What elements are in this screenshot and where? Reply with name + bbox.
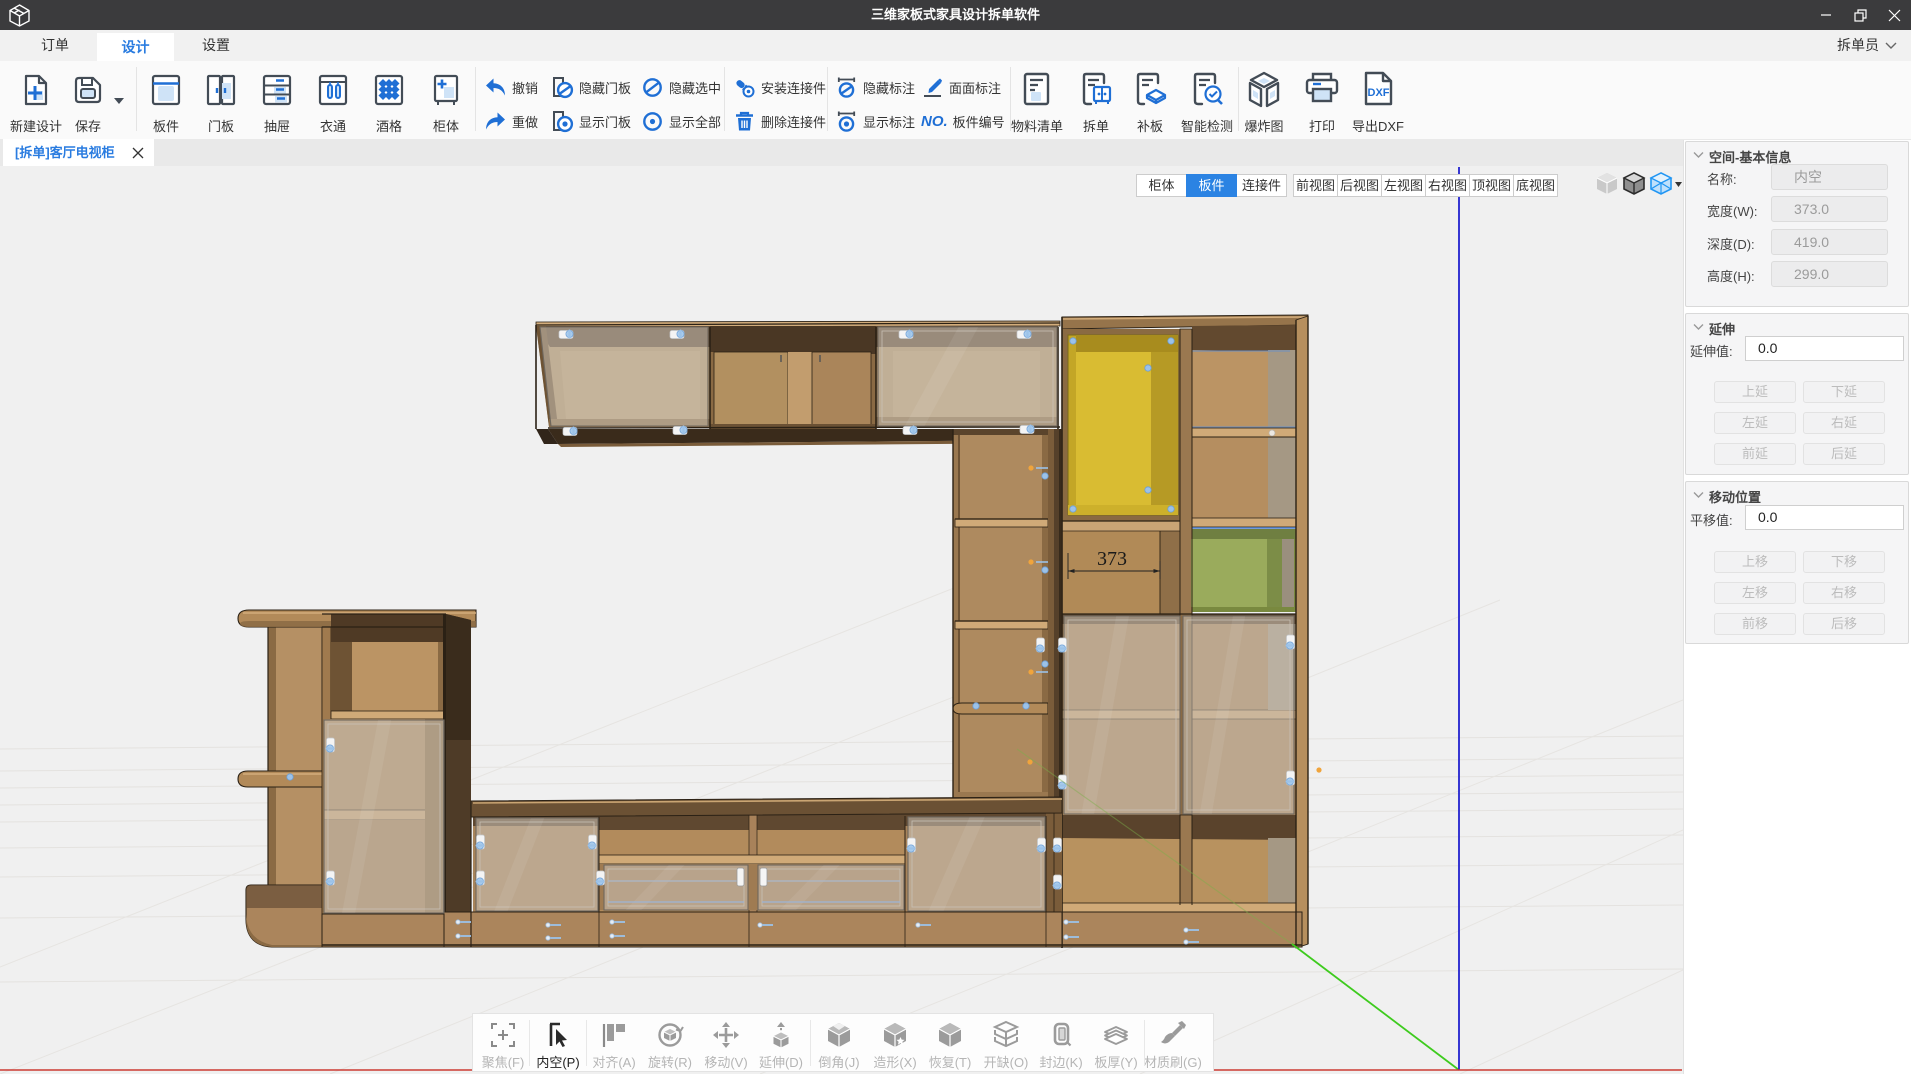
svg-text:373: 373 [1097,548,1127,570]
svg-text:DXF: DXF [1368,87,1390,99]
